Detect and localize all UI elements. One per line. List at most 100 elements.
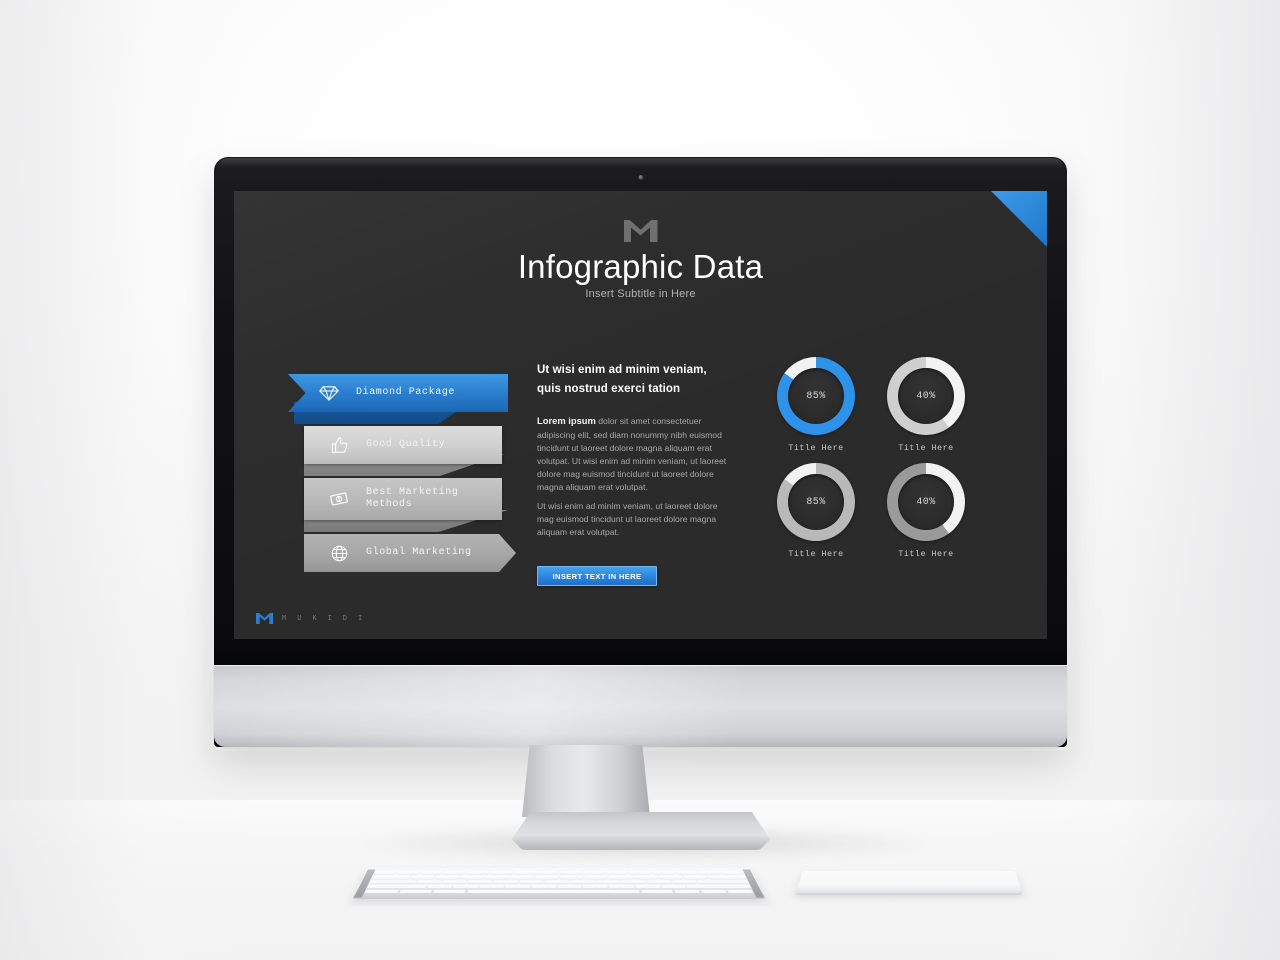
keyboard-key[interactable] <box>559 871 582 875</box>
keyboard-key[interactable] <box>371 875 410 880</box>
insert-text-button[interactable]: INSERT TEXT IN HERE <box>537 566 657 586</box>
monitor-stand-neck <box>522 745 650 817</box>
body-paragraph-2: Ut wisi enim ad minim veniam, ut laoreet… <box>537 500 718 537</box>
keyboard-key[interactable] <box>544 880 569 884</box>
banner-good-quality[interactable]: Good Quality <box>304 426 502 464</box>
donut-title: Title Here <box>898 443 954 453</box>
keyboard-key[interactable] <box>609 885 634 889</box>
keyboard-key[interactable] <box>397 871 420 875</box>
keyboard-key[interactable] <box>519 880 543 884</box>
webcam-icon <box>638 175 643 180</box>
keyboard-key[interactable] <box>367 885 427 889</box>
keyboard-key[interactable] <box>505 885 530 889</box>
keyboard-key[interactable] <box>559 875 583 880</box>
keyboard-key[interactable] <box>584 875 608 880</box>
keyboard-key[interactable] <box>493 880 518 884</box>
keyboard-key[interactable] <box>609 875 633 880</box>
keyboard-key[interactable] <box>420 871 443 875</box>
thumbs-up-icon <box>320 436 358 455</box>
keyboard-key[interactable] <box>398 889 432 894</box>
keyboard-key[interactable] <box>606 871 628 875</box>
keyboard-key[interactable] <box>373 871 397 875</box>
donut-ring: 85% <box>777 463 855 541</box>
donut-chart-grid: 85% Title Here 40% Title Here 85% Title … <box>766 357 976 559</box>
keyboard-key[interactable] <box>698 871 721 875</box>
slide-footer: M U K I D I <box>256 613 366 624</box>
brand-name: M U K I D I <box>282 614 366 623</box>
list-item[interactable]: Diamond Package <box>288 374 518 424</box>
banner-label: Global Marketing <box>366 546 472 558</box>
keyboard-key[interactable] <box>369 880 416 884</box>
donut-value: 85% <box>806 390 826 402</box>
keyboard-key[interactable] <box>513 871 536 875</box>
keyboard-key[interactable] <box>708 875 747 880</box>
list-item[interactable]: Global Marketing <box>288 534 518 572</box>
keyboard-key[interactable] <box>646 880 672 884</box>
keyboard-key[interactable] <box>675 871 698 875</box>
m-logo-icon <box>256 613 273 624</box>
keyboard-key[interactable] <box>672 880 697 884</box>
keyboard-key[interactable] <box>443 871 466 875</box>
keyboard-key[interactable] <box>466 889 640 894</box>
keyboard-key[interactable] <box>640 889 674 894</box>
keyboard-key[interactable] <box>583 885 608 889</box>
desk-scene: 1 Infographic Data Insert Subtitle in He… <box>0 0 1280 960</box>
trackpad[interactable] <box>795 870 1023 895</box>
keyboard-key[interactable] <box>686 885 751 889</box>
keyboard-key[interactable] <box>416 880 442 884</box>
keyboard-key[interactable] <box>700 889 727 894</box>
keyboard-key[interactable] <box>410 875 435 880</box>
banner-label: Good Quality <box>366 438 446 450</box>
donut-center: 40% <box>898 368 954 424</box>
keyboard-key[interactable] <box>534 875 559 880</box>
banner-best-marketing-methods[interactable]: Best Marketing Methods <box>304 478 502 520</box>
keyboard-key[interactable] <box>466 871 489 875</box>
keyboard-key[interactable] <box>426 885 453 889</box>
heading-line-1: Ut wisi enim ad minim veniam, <box>537 364 707 376</box>
keyboard-key[interactable] <box>629 871 652 875</box>
donut-title: Title Here <box>788 443 844 453</box>
keyboard-key[interactable] <box>432 889 466 894</box>
keyboard-key[interactable] <box>658 875 683 880</box>
keyboard-key[interactable] <box>683 875 708 880</box>
keyboard-key[interactable] <box>467 880 493 884</box>
keyboard-key[interactable] <box>570 880 595 884</box>
keyboard-key[interactable] <box>697 880 749 884</box>
keyboard-key[interactable] <box>510 875 534 880</box>
desktop-monitor: 1 Infographic Data Insert Subtitle in He… <box>214 157 1067 747</box>
donut-ring: 40% <box>887 463 965 541</box>
keyboard-key[interactable] <box>485 875 509 880</box>
banner-diamond-package[interactable]: Diamond Package <box>288 374 508 412</box>
keyboard-key[interactable] <box>635 885 661 889</box>
keyboard-key[interactable] <box>582 871 605 875</box>
keyboard-key[interactable] <box>595 880 620 884</box>
keyboard-key[interactable] <box>721 871 745 875</box>
keyboard-key[interactable] <box>490 871 512 875</box>
keyboard-key[interactable] <box>460 875 484 880</box>
banner-label: Diamond Package <box>356 386 456 398</box>
keyboard-key[interactable] <box>442 880 467 884</box>
wireless-keyboard[interactable] <box>352 868 766 899</box>
keyboard-key[interactable] <box>479 885 504 889</box>
keyboard-key[interactable] <box>727 889 754 894</box>
monitor-chin <box>214 665 1067 747</box>
keyboard-key[interactable] <box>621 880 646 884</box>
keyboard-key[interactable] <box>674 889 701 894</box>
keyboard-row <box>371 875 747 880</box>
keyboard-key[interactable] <box>364 889 399 894</box>
keyboard-key[interactable] <box>652 871 675 875</box>
keyboard-key[interactable] <box>661 885 687 889</box>
keyboard-key[interactable] <box>633 875 658 880</box>
donut-chart-1: 85% Title Here <box>766 357 866 453</box>
keyboard-key[interactable] <box>536 871 559 875</box>
keyboard-key[interactable] <box>531 885 556 889</box>
presentation-slide: 1 Infographic Data Insert Subtitle in He… <box>234 191 1047 639</box>
keyboard-key[interactable] <box>453 885 478 889</box>
keyboard-row <box>367 885 751 889</box>
keyboard-key[interactable] <box>435 875 460 880</box>
list-item[interactable]: Best Marketing Methods <box>288 478 518 532</box>
keyboard-key[interactable] <box>557 885 582 889</box>
donut-chart-4: 40% Title Here <box>876 463 976 559</box>
banner-global-marketing[interactable]: Global Marketing <box>304 534 516 572</box>
list-item[interactable]: Good Quality <box>288 426 518 476</box>
